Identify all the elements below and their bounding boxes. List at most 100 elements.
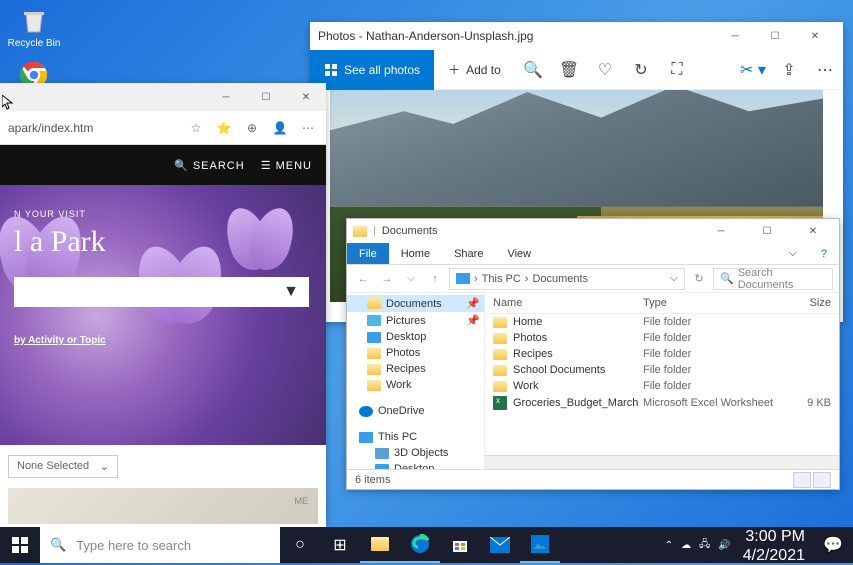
file-row[interactable]: HomeFile folder (485, 314, 839, 330)
refresh-button[interactable]: ↻ (689, 272, 709, 285)
more-button[interactable]: ⋯ (807, 50, 843, 90)
explorer-taskbar[interactable] (360, 527, 400, 563)
taskview-button[interactable]: ⊞ (320, 527, 360, 563)
rotate-button[interactable]: ↻ (623, 50, 659, 90)
explorer-window: | Documents ─ ☐ ✕ File Home Share View ⌵… (346, 218, 840, 490)
rotate-icon: ↻ (634, 60, 647, 80)
file-row[interactable]: School DocumentsFile folder (485, 362, 839, 378)
see-all-photos-button[interactable]: See all photos (310, 50, 434, 90)
map-preview[interactable]: ME (8, 488, 318, 524)
column-headers[interactable]: Name Type Size (485, 293, 839, 314)
minimize-button[interactable]: ─ (701, 217, 741, 245)
tree-thispc[interactable]: This PC (347, 429, 484, 445)
cortana-button[interactable]: ○ (280, 527, 320, 563)
menu-link[interactable]: ☰ MENU (261, 159, 312, 172)
maximize-button[interactable]: ☐ (755, 22, 795, 50)
folder-icon (493, 381, 507, 392)
view-details-button[interactable] (793, 472, 811, 488)
minimize-button[interactable]: ─ (206, 83, 246, 111)
tree-3dobjects[interactable]: 3D Objects (347, 445, 484, 461)
browser-titlebar[interactable]: ─ ☐ ✕ (0, 83, 326, 111)
recycle-bin[interactable]: Recycle Bin (4, 4, 64, 49)
favorite-button[interactable]: ♡ (587, 50, 623, 90)
tree-pictures[interactable]: Pictures📌 (347, 312, 484, 329)
tree-photos[interactable]: Photos (347, 345, 484, 361)
notifications-button[interactable]: 💬 (813, 527, 853, 563)
network-tray-icon[interactable]: 🖧 (699, 537, 710, 554)
tab-view[interactable]: View (495, 243, 543, 264)
tree-work[interactable]: Work (347, 377, 484, 393)
more-icon: ⋯ (817, 60, 833, 80)
taskbar-search[interactable]: 🔍 Type here to search (40, 527, 280, 563)
status-bar: 6 items (347, 469, 839, 489)
edit-button[interactable]: ✂ ▾ (735, 50, 771, 90)
menu-icon[interactable]: ⋯ (298, 121, 318, 135)
tree-documents[interactable]: Documents📌 (347, 295, 484, 312)
tab-home[interactable]: Home (389, 243, 442, 264)
file-row[interactable]: WorkFile folder (485, 378, 839, 394)
add-to-button[interactable]: ＋ Add to (434, 61, 515, 78)
search-input[interactable]: 🔍 Search Documents (713, 268, 833, 290)
plus-icon: ＋ (448, 61, 460, 78)
mail-taskbar[interactable] (480, 527, 520, 563)
edge-taskbar[interactable] (400, 527, 440, 563)
share-button[interactable]: ⇪ (771, 50, 807, 90)
maximize-button[interactable]: ☐ (246, 83, 286, 111)
chevron-down-icon[interactable]: ⌵ (670, 272, 678, 285)
tree-desktop[interactable]: Desktop (347, 329, 484, 345)
taskbar: 🔍 Type here to search ○ ⊞ ⌃ ☁ 🖧 🔊 3:00 P… (0, 527, 853, 563)
clock[interactable]: 3:00 PM 4/2/2021 (735, 527, 813, 563)
search-icon: 🔍 (720, 272, 734, 285)
breadcrumb[interactable]: › This PC › Documents ⌵ (449, 268, 685, 290)
photos-titlebar[interactable]: Photos - Nathan-Anderson-Unsplash.jpg ─ … (310, 22, 843, 50)
forward-button[interactable]: → (377, 273, 397, 285)
crop-button[interactable]: ⛶ (659, 50, 695, 90)
ribbon-expand[interactable]: ⌵ (777, 243, 809, 264)
collections-icon[interactable]: ⊕ (242, 121, 262, 135)
recent-button[interactable]: ⌵ (401, 272, 421, 285)
horizontal-scrollbar[interactable] (485, 455, 839, 469)
file-row[interactable]: Groceries_Budget_MarchMicrosoft Excel Wo… (485, 394, 839, 412)
filter-dropdown[interactable]: None Selected⌄ (8, 455, 118, 478)
onedrive-tray-icon[interactable]: ☁ (681, 540, 691, 551)
tree-desktop2[interactable]: Desktop (347, 461, 484, 469)
start-button[interactable] (0, 527, 40, 563)
edge-icon (410, 534, 430, 554)
file-row[interactable]: RecipesFile folder (485, 346, 839, 362)
pc-icon (456, 273, 470, 284)
minimize-button[interactable]: ─ (715, 22, 755, 50)
close-button[interactable]: ✕ (286, 83, 326, 111)
search-link[interactable]: 🔍 SEARCH (174, 159, 245, 172)
tree-onedrive[interactable]: OneDrive (347, 403, 484, 419)
explorer-ribbon: File Home Share View ⌵ ? (347, 243, 839, 265)
folder-icon (493, 365, 507, 376)
bookmarks-icon[interactable]: ⭐ (214, 121, 234, 135)
close-button[interactable]: ✕ (795, 22, 835, 50)
tab-file[interactable]: File (347, 243, 389, 264)
back-button[interactable]: ← (353, 273, 373, 285)
explorer-titlebar[interactable]: | Documents ─ ☐ ✕ (347, 219, 839, 243)
favorite-icon[interactable]: ☆ (186, 121, 206, 135)
page-nav: 🔍 SEARCH ☰ MENU (0, 145, 326, 185)
state-dropdown[interactable]: ▼ (14, 277, 309, 307)
photos-title-text: Photos - Nathan-Anderson-Unsplash.jpg (318, 29, 533, 43)
view-icons-button[interactable] (813, 472, 831, 488)
tab-share[interactable]: Share (442, 243, 495, 264)
file-row[interactable]: PhotosFile folder (485, 330, 839, 346)
activity-link[interactable]: by Activity or Topic (14, 335, 309, 346)
tray-up-icon[interactable]: ⌃ (665, 540, 673, 551)
maximize-button[interactable]: ☐ (747, 217, 787, 245)
close-button[interactable]: ✕ (793, 217, 833, 245)
delete-button[interactable]: 🗑 (551, 50, 587, 90)
address-bar[interactable]: apark/index.htm ☆ ⭐ ⊕ 👤 ⋯ (0, 111, 326, 145)
ribbon-help[interactable]: ? (809, 243, 839, 264)
profile-icon[interactable]: 👤 (270, 121, 290, 135)
tree-recipes[interactable]: Recipes (347, 361, 484, 377)
photos-taskbar[interactable] (520, 527, 560, 563)
store-taskbar[interactable] (440, 527, 480, 563)
volume-tray-icon[interactable]: 🔊 (718, 540, 730, 551)
page-heading: l a Park (14, 225, 309, 259)
zoom-button[interactable]: 🔍 (515, 50, 551, 90)
up-button[interactable]: ↑ (425, 273, 445, 285)
system-tray[interactable]: ⌃ ☁ 🖧 🔊 (661, 527, 735, 563)
